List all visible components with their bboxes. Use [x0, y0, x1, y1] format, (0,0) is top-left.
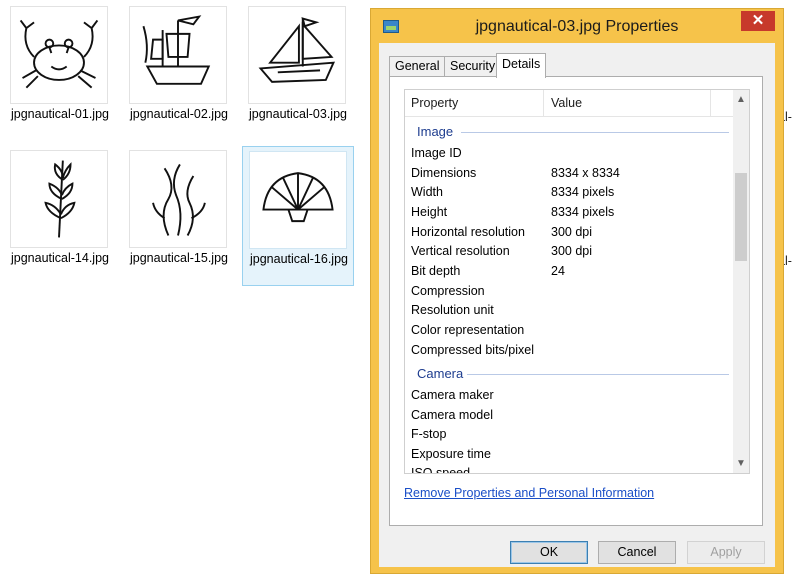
property-name: ISO speed: [411, 466, 471, 474]
property-value: 8334 pixels: [551, 185, 615, 199]
property-name: Width: [411, 185, 443, 199]
property-name: Vertical resolution: [411, 244, 510, 258]
property-row[interactable]: Compressed bits/pixel: [405, 341, 735, 360]
scroll-up-icon[interactable]: ▲: [733, 92, 749, 108]
property-value: 300 dpi: [551, 225, 593, 239]
file-name: jpgnautical-03.jpg: [249, 107, 347, 121]
leaf-branch-icon: [10, 150, 108, 248]
property-row[interactable]: Height 8334 pixels: [405, 203, 735, 222]
tab-details[interactable]: Details: [496, 53, 547, 78]
property-row[interactable]: ISO speed: [405, 464, 735, 474]
property-name: Resolution unit: [411, 303, 494, 317]
property-name: Dimensions: [411, 166, 477, 180]
group-divider: [461, 132, 729, 133]
property-row[interactable]: Camera model: [405, 406, 735, 425]
property-row[interactable]: Compression: [405, 282, 735, 301]
close-button[interactable]: ✕: [741, 11, 775, 31]
file-name: jpgnautical-16.jpg: [250, 252, 348, 266]
file-thumbnail[interactable]: jpgnautical-01.jpg: [4, 2, 116, 142]
property-row[interactable]: Bit depth 24: [405, 262, 735, 281]
remove-properties-link[interactable]: Remove Properties and Personal Informati…: [404, 486, 654, 500]
property-name: Color representation: [411, 323, 525, 337]
file-thumbnail[interactable]: jpgnautical-02.jpg: [123, 2, 235, 142]
column-header-value[interactable]: Value: [551, 96, 582, 110]
property-name: Horizontal resolution: [411, 225, 525, 239]
tab-security[interactable]: Security: [444, 56, 502, 77]
column-separator[interactable]: [710, 90, 711, 116]
file-thumbnail[interactable]: jpgnautical-03.jpg: [242, 2, 354, 142]
group-header-image: Image: [417, 122, 729, 142]
seashell-icon: [249, 151, 347, 249]
properties-list[interactable]: Property Value Image Image ID Dimensions…: [404, 89, 750, 474]
property-row[interactable]: Vertical resolution 300 dpi: [405, 242, 735, 261]
property-row[interactable]: Dimensions 8334 x 8334: [405, 164, 735, 183]
cancel-button[interactable]: Cancel: [598, 541, 676, 564]
list-header: Property Value: [405, 90, 735, 117]
column-separator[interactable]: [543, 90, 544, 116]
apply-button[interactable]: Apply: [687, 541, 765, 564]
scroll-down-icon[interactable]: ▼: [733, 456, 749, 472]
pirate-ship-icon: [129, 6, 227, 104]
property-row[interactable]: Width 8334 pixels: [405, 183, 735, 202]
property-row[interactable]: Resolution unit: [405, 301, 735, 320]
file-name: jpgnautical-14.jpg: [11, 251, 109, 265]
ok-button[interactable]: OK: [510, 541, 588, 564]
dialog-title: jpgnautical-03.jpg Properties: [475, 18, 679, 35]
group-label: Camera: [417, 366, 464, 381]
property-name: F-stop: [411, 427, 447, 441]
property-row[interactable]: F-stop: [405, 425, 735, 444]
vertical-scrollbar[interactable]: ▲ ▼: [733, 90, 749, 473]
property-name: Exposure time: [411, 447, 491, 461]
file-thumbnail-selected[interactable]: jpgnautical-16.jpg: [242, 146, 354, 286]
column-header-property[interactable]: Property: [411, 96, 458, 110]
property-value: 8334 x 8334: [551, 166, 620, 180]
group-header-camera: Camera: [417, 364, 729, 384]
property-name: Camera maker: [411, 388, 494, 402]
tab-general[interactable]: General: [389, 56, 446, 77]
sailboat-icon: [248, 6, 346, 104]
property-row[interactable]: Exposure time: [405, 445, 735, 464]
property-value: 300 dpi: [551, 244, 593, 258]
crab-icon: [10, 6, 108, 104]
property-name: Compression: [411, 284, 485, 298]
property-name: Height: [411, 205, 448, 219]
property-name: Camera model: [411, 408, 493, 422]
file-name: jpgnautical-01.jpg: [11, 107, 109, 121]
property-row[interactable]: Camera maker: [405, 386, 735, 405]
property-row[interactable]: Image ID: [405, 144, 735, 163]
property-name: Image ID: [411, 146, 462, 160]
title-bar[interactable]: jpgnautical-03.jpg Properties ✕: [371, 9, 783, 43]
scrollbar-thumb[interactable]: [735, 173, 747, 261]
file-thumbnail[interactable]: jpgnautical-15.jpg: [123, 146, 235, 286]
file-name: jpgnautical-02.jpg: [130, 107, 228, 121]
dialog-client: General Security Details Property Value …: [379, 43, 775, 567]
seaweed-icon: [129, 150, 227, 248]
details-panel: Property Value Image Image ID Dimensions…: [389, 76, 763, 526]
property-row[interactable]: Color representation: [405, 321, 735, 340]
property-name: Bit depth: [411, 264, 461, 278]
property-value: 8334 pixels: [551, 205, 615, 219]
properties-dialog: jpgnautical-03.jpg Properties ✕ General …: [370, 8, 784, 574]
group-label: Image: [417, 124, 454, 139]
property-value: 24: [551, 264, 565, 278]
property-name: Compressed bits/pixel: [411, 343, 534, 357]
property-row[interactable]: Horizontal resolution 300 dpi: [405, 223, 735, 242]
file-name: jpgnautical-15.jpg: [130, 251, 228, 265]
group-divider: [467, 374, 729, 375]
file-thumbnail[interactable]: jpgnautical-14.jpg: [4, 146, 116, 286]
